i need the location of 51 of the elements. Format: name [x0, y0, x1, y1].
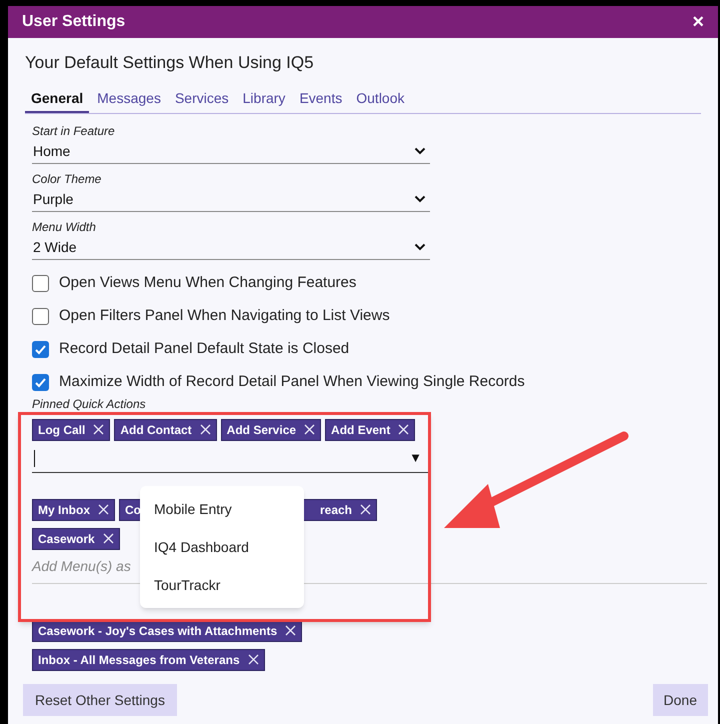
checkbox[interactable]	[32, 274, 49, 292]
remove-icon[interactable]	[285, 625, 296, 636]
tab[interactable]: Events	[293, 88, 348, 112]
remove-icon[interactable]	[200, 424, 211, 435]
tag-label: Add Event	[331, 422, 390, 438]
tab[interactable]: Outlook	[350, 88, 410, 112]
chevron-down-icon	[414, 243, 426, 251]
tag-label: Casework - Joy's Cases with Attachments	[38, 622, 278, 640]
tag-label: My Inbox	[38, 502, 90, 518]
select-field[interactable]: Home	[32, 140, 430, 164]
remove-icon[interactable]	[360, 504, 372, 515]
menu-option[interactable]: Mobile Entry	[140, 490, 304, 528]
checkbox[interactable]	[32, 308, 49, 324]
input-field[interactable]: ▼	[32, 444, 428, 472]
dialog-heading: Your Default Settings When Using IQ5	[25, 52, 315, 74]
checkbox[interactable]	[32, 340, 49, 358]
tag-label: Add Service	[226, 422, 296, 438]
tag-label: Inbox - All Messages from Veterans	[38, 652, 240, 668]
done-button[interactable]: Done	[652, 684, 708, 716]
remove-icon[interactable]	[93, 424, 104, 435]
select-field[interactable]: Purple	[32, 188, 430, 212]
checkbox-label: Maximize Width of Record Detail Panel When Viewing Single Records	[59, 372, 525, 392]
field-label: Color Theme	[32, 170, 102, 188]
tag-label: Co	[125, 502, 142, 518]
remove-icon[interactable]	[98, 504, 110, 515]
tab[interactable]: Messages	[91, 88, 167, 112]
dropdown-arrow[interactable]: ▼	[409, 448, 422, 468]
field-label: Menu Width	[32, 218, 97, 236]
checkbox-label: Record Detail Panel Default State is Closed	[59, 338, 350, 359]
remove-icon[interactable]	[398, 424, 410, 435]
reset-button[interactable]: Reset Other Settings	[23, 684, 177, 716]
remove-icon[interactable]	[248, 654, 259, 665]
checkbox-label: Open Filters Panel When Navigating to List Views	[59, 306, 390, 326]
tab[interactable]: Services	[168, 88, 235, 112]
field-label: Pinned Quick Actions	[32, 396, 146, 412]
field-label: Start in Feature	[32, 122, 116, 140]
tab[interactable]: General	[25, 88, 90, 112]
tag-label: Add Contact	[120, 422, 192, 438]
remove-icon[interactable]	[102, 533, 114, 544]
tab[interactable]: Library	[236, 88, 292, 112]
remove-icon[interactable]	[304, 424, 316, 435]
checkbox[interactable]	[32, 374, 49, 390]
checkbox-label: Open Views Menu When Changing Features	[59, 272, 356, 293]
chevron-down-icon	[414, 147, 426, 155]
close-button[interactable]: ×	[692, 12, 704, 32]
tag-label: reach	[320, 502, 352, 518]
window-title: User Settings	[22, 12, 126, 32]
tag-label: Casework	[38, 530, 95, 548]
tag-label: Log Call	[38, 422, 86, 438]
select-field[interactable]: 2 Wide	[32, 236, 430, 260]
chevron-down-icon	[414, 195, 426, 203]
